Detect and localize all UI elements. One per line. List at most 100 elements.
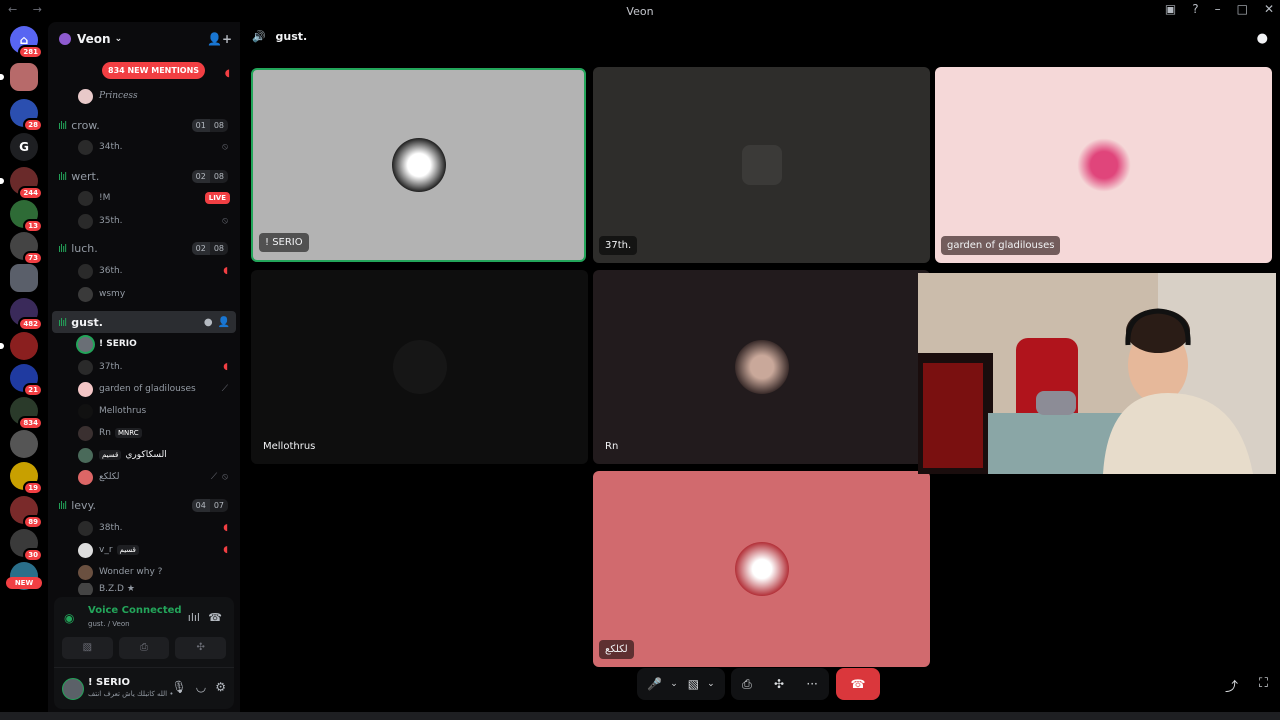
invite-icon[interactable]: 👤: [218, 317, 230, 328]
voice-user[interactable]: 37th. ◖: [78, 356, 236, 378]
voice-user[interactable]: B.Z.D ★: [78, 583, 236, 595]
microphone-icon[interactable]: 🎙: [172, 680, 187, 694]
deafened-icon: ◖: [223, 362, 228, 372]
server-icon[interactable]: 30: [10, 529, 43, 562]
invite-people-icon[interactable]: 👤+: [207, 32, 232, 46]
server-icon[interactable]: [10, 430, 38, 458]
server-icon[interactable]: 28: [10, 99, 43, 132]
disconnect-button[interactable]: ☎: [836, 668, 880, 700]
video-tile[interactable]: ! SERIO: [251, 68, 586, 262]
chat-icon[interactable]: ●: [204, 317, 213, 328]
chat-bubble-icon[interactable]: ●: [1257, 31, 1268, 46]
webcam-feed-image: [918, 273, 1276, 474]
voice-user[interactable]: Rn MNRC: [78, 422, 236, 444]
new-servers-badge[interactable]: NEW: [6, 577, 42, 589]
minimize-button[interactable]: –: [1215, 2, 1221, 16]
server-icon[interactable]: 73: [10, 232, 43, 265]
channel-sidebar: Veon ⌄ 👤+ 834 NEW MENTIONS Princess ◖ ıl…: [48, 22, 240, 712]
video-tile[interactable]: Mellothrus: [251, 270, 588, 464]
camera-off-icon[interactable]: ▧: [688, 677, 699, 691]
unread-badge: 21: [23, 383, 43, 397]
user-limit: 04 07: [191, 498, 228, 512]
voice-user[interactable]: v_r قسيم ◖: [78, 539, 236, 561]
fullscreen-icon[interactable]: ⛶: [1259, 676, 1268, 691]
voice-user[interactable]: Princess: [78, 85, 236, 107]
server-icon[interactable]: 89: [10, 496, 43, 529]
voice-user[interactable]: 38th. ◖: [78, 517, 236, 539]
voice-user[interactable]: لكلكع ⟋ ⦸: [78, 466, 236, 488]
signal-icon[interactable]: ◉: [64, 611, 74, 625]
taskbar-strip: [0, 712, 1280, 720]
voice-user[interactable]: قسيم السكاكوري: [78, 444, 236, 466]
server-icon[interactable]: [0, 332, 38, 360]
guild-header[interactable]: Veon ⌄ 👤+: [48, 22, 240, 56]
custom-status: الله كاتبلك ياش تعرف انتف •: [88, 690, 174, 698]
screen-share-button[interactable]: ⎙: [118, 637, 170, 659]
voice-channel-wert[interactable]: ılıl wert. 02 08: [52, 165, 236, 187]
voice-user[interactable]: ! SERIO: [78, 333, 236, 355]
camera-toggle-button[interactable]: ▧: [62, 637, 113, 659]
video-tile[interactable]: garden of gladilouses: [935, 67, 1272, 263]
avatar: [78, 583, 93, 595]
headphones-icon[interactable]: ◡: [196, 680, 206, 694]
chevron-down-icon[interactable]: ⌄: [670, 679, 678, 689]
voice-user[interactable]: 35th. ⦸: [78, 210, 236, 232]
home-button[interactable]: ⌂ 281: [10, 26, 43, 59]
webcam-overlay: [918, 273, 1276, 474]
activities-button[interactable]: ✣: [175, 637, 227, 659]
maximize-button[interactable]: □: [1237, 2, 1248, 16]
unread-badge: 30: [23, 548, 43, 562]
chevron-down-icon[interactable]: ⌄: [707, 679, 715, 689]
avatar: [78, 286, 93, 302]
voice-user[interactable]: Mellothrus: [78, 400, 236, 422]
voice-location[interactable]: gust. / Veon: [88, 620, 130, 628]
camera-off-icon: ⟋: [221, 384, 228, 394]
server-icon[interactable]: 13: [10, 200, 43, 233]
activities-icon[interactable]: ✣: [774, 677, 784, 691]
voice-channel-gust[interactable]: ılıl gust. ● 👤: [52, 311, 236, 333]
avatar: [78, 139, 93, 155]
participant-name: Rn: [605, 441, 619, 452]
video-tile[interactable]: Rn: [593, 270, 930, 464]
voice-user[interactable]: !M LIVE: [78, 187, 236, 209]
microphone-icon[interactable]: 🎤: [647, 677, 662, 691]
voice-user[interactable]: wsmy: [78, 283, 236, 305]
close-button[interactable]: ✕: [1264, 2, 1274, 16]
server-icon[interactable]: 244: [0, 167, 43, 200]
server-icon[interactable]: 834: [10, 397, 43, 430]
noise-suppression-icon[interactable]: ılıl: [188, 611, 200, 624]
server-icon[interactable]: [0, 63, 38, 91]
popout-icon[interactable]: ⤴: [1225, 676, 1238, 695]
server-icon[interactable]: 21: [10, 364, 43, 397]
voice-channel-luch[interactable]: ılıl luch. 02 08: [52, 237, 236, 259]
avatar: [78, 542, 93, 558]
avatar[interactable]: [62, 678, 84, 700]
new-mentions-banner[interactable]: 834 NEW MENTIONS: [102, 62, 206, 79]
participant-avatar: [1076, 138, 1131, 192]
avatar: [78, 381, 93, 397]
avatar: [78, 263, 93, 279]
voice-user[interactable]: Wonder why ?: [78, 561, 236, 583]
server-rail: ⌂ 281 28 G 244 13 73 482 21 834 19 89 30: [0, 22, 48, 712]
voice-channel-crow[interactable]: ılıl crow. 01 08: [52, 114, 236, 136]
video-tile[interactable]: لكلكع: [593, 471, 930, 667]
voice-user[interactable]: 34th. ⦸: [78, 136, 236, 158]
voice-channel-levy[interactable]: ılıl levy. 04 07: [52, 494, 236, 516]
settings-gear-icon[interactable]: ⚙: [215, 680, 226, 694]
server-icon[interactable]: [10, 264, 38, 292]
video-tile[interactable]: 37th.: [593, 67, 930, 263]
help-icon[interactable]: ?: [1192, 2, 1198, 16]
voice-user[interactable]: 36th. ◖: [78, 260, 236, 282]
participant-name: ! SERIO: [259, 233, 309, 252]
server-icon[interactable]: 19: [10, 462, 43, 495]
guild-name: Veon: [77, 32, 111, 46]
server-icon[interactable]: 482: [10, 298, 43, 331]
voice-user[interactable]: garden of gladilouses ⟋: [78, 378, 236, 400]
more-options-icon[interactable]: ···: [806, 677, 817, 691]
disconnect-icon[interactable]: ☎: [208, 611, 222, 624]
voice-status[interactable]: Voice Connected: [88, 605, 182, 616]
participant-avatar: [741, 145, 782, 185]
inbox-icon[interactable]: ▣: [1165, 2, 1176, 16]
screen-share-icon[interactable]: ⎙: [742, 677, 752, 692]
server-icon-g[interactable]: G: [10, 133, 38, 161]
